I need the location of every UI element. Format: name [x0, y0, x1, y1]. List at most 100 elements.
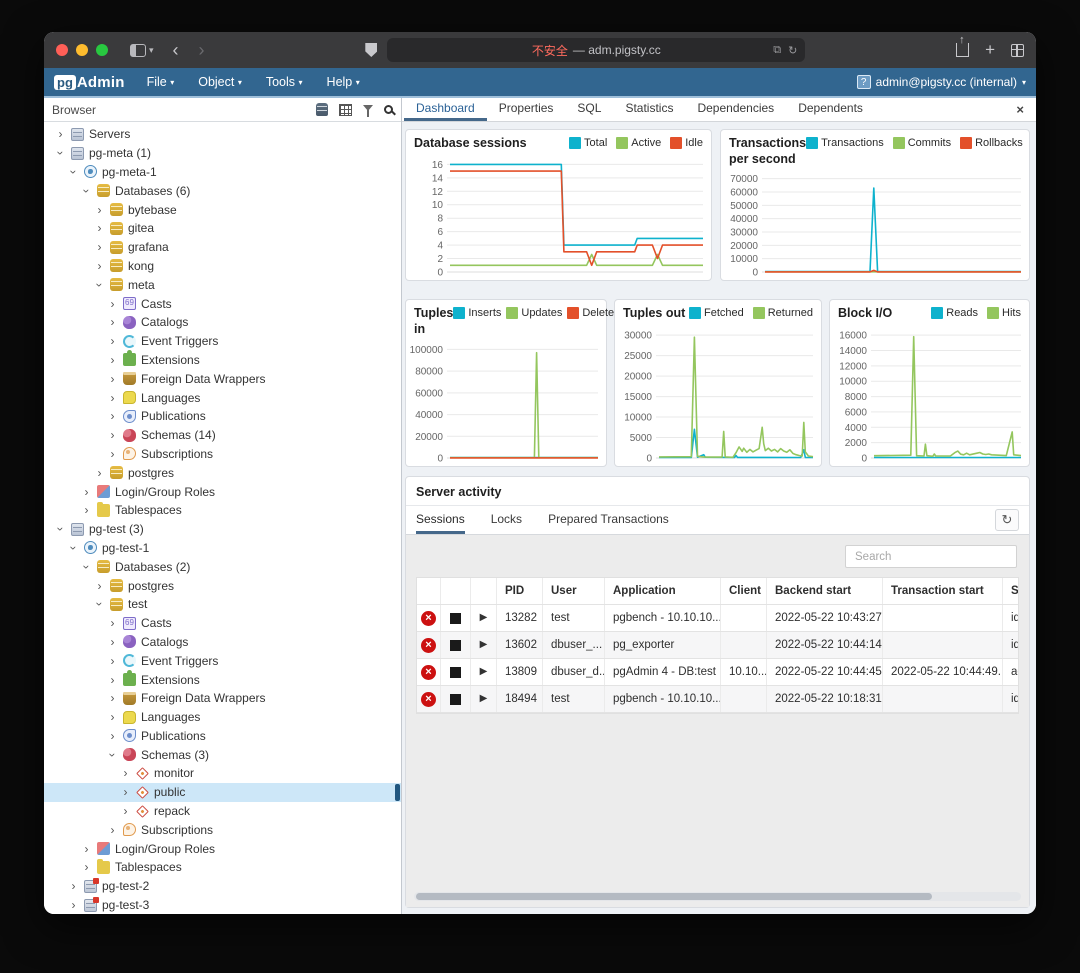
- table-row[interactable]: ×▶13809dbuser_d...pgAdmin 4 - DB:test10.…: [417, 659, 1018, 686]
- tree-item-repack[interactable]: ›repack: [44, 802, 401, 821]
- tree-item-casts[interactable]: ›Casts: [44, 294, 401, 313]
- chevron-collapsed-icon[interactable]: ›: [93, 580, 106, 592]
- expand-row-icon[interactable]: ▶: [480, 605, 488, 631]
- reload-icon[interactable]: ↻: [788, 44, 797, 57]
- tree-item-postgres[interactable]: ›postgres: [44, 576, 401, 595]
- tree-item-publications[interactable]: ›Publications: [44, 727, 401, 746]
- tree-item-pg-test-3-[interactable]: ›pg-test (3): [44, 520, 401, 539]
- tree-item-tablespaces[interactable]: ›Tablespaces: [44, 501, 401, 520]
- chevron-collapsed-icon[interactable]: ›: [106, 674, 119, 686]
- tree-item-event-triggers[interactable]: ›Event Triggers: [44, 651, 401, 670]
- chevron-collapsed-icon[interactable]: ›: [93, 204, 106, 216]
- chevron-collapsed-icon[interactable]: ›: [106, 448, 119, 460]
- table-row[interactable]: ×▶18494testpgbench - 10.10.10...2022-05-…: [417, 686, 1018, 713]
- chevron-collapsed-icon[interactable]: ›: [106, 429, 119, 441]
- scrollbar-thumb[interactable]: [416, 893, 932, 900]
- tree-item-extensions[interactable]: ›Extensions: [44, 670, 401, 689]
- tree-item-gitea[interactable]: ›gitea: [44, 219, 401, 238]
- chevron-collapsed-icon[interactable]: ›: [106, 636, 119, 648]
- menu-help[interactable]: Help ▾: [327, 75, 360, 89]
- column-header-backend-start[interactable]: Backend start: [767, 578, 883, 604]
- address-bar[interactable]: 不安全 — adm.pigsty.cc ⧉ ↻: [387, 38, 805, 62]
- chevron-collapsed-icon[interactable]: ›: [80, 486, 93, 498]
- chevron-collapsed-icon[interactable]: ›: [67, 880, 80, 892]
- chevron-collapsed-icon[interactable]: ›: [54, 128, 67, 140]
- search-icon[interactable]: [384, 105, 393, 114]
- column-header-actions[interactable]: [417, 578, 441, 604]
- tree-item-login-group-roles[interactable]: ›Login/Group Roles: [44, 482, 401, 501]
- chevron-collapsed-icon[interactable]: ›: [106, 392, 119, 404]
- sidebar-toggle-button[interactable]: ▾: [130, 44, 154, 57]
- menu-tools[interactable]: Tools ▾: [266, 75, 303, 89]
- menu-object[interactable]: Object ▾: [198, 75, 242, 89]
- tree-item-public[interactable]: ›public: [44, 783, 401, 802]
- tree-item-databases-6-[interactable]: ›Databases (6): [44, 181, 401, 200]
- privacy-shield-icon[interactable]: [365, 43, 377, 57]
- table-row[interactable]: ×▶13282testpgbench - 10.10.10...2022-05-…: [417, 605, 1018, 632]
- chevron-collapsed-icon[interactable]: ›: [119, 786, 132, 798]
- tree-item-subscriptions[interactable]: ›Subscriptions: [44, 445, 401, 464]
- chevron-expanded-icon[interactable]: ›: [81, 184, 93, 197]
- minimize-window-button[interactable]: [76, 44, 88, 56]
- tab-dependencies[interactable]: Dependencies: [685, 98, 786, 121]
- close-window-button[interactable]: [56, 44, 68, 56]
- tree-item-monitor[interactable]: ›monitor: [44, 764, 401, 783]
- chevron-collapsed-icon[interactable]: ›: [93, 467, 106, 479]
- forward-button[interactable]: ›: [199, 40, 205, 61]
- chevron-collapsed-icon[interactable]: ›: [106, 824, 119, 836]
- user-menu[interactable]: ? admin@pigsty.cc (internal) ▾: [857, 75, 1026, 89]
- column-header-actions[interactable]: [441, 578, 471, 604]
- chevron-collapsed-icon[interactable]: ›: [93, 222, 106, 234]
- search-input[interactable]: [845, 545, 1017, 568]
- tree-item-catalogs[interactable]: ›Catalogs: [44, 313, 401, 332]
- tree-item-extensions[interactable]: ›Extensions: [44, 351, 401, 370]
- tree-item-schemas-3-[interactable]: ›Schemas (3): [44, 745, 401, 764]
- chevron-collapsed-icon[interactable]: ›: [80, 504, 93, 516]
- column-header-pid[interactable]: PID: [497, 578, 543, 604]
- cancel-session-icon[interactable]: ×: [421, 665, 436, 680]
- tree-item-schemas-14-[interactable]: ›Schemas (14): [44, 426, 401, 445]
- close-dashboard-button[interactable]: ×: [1006, 102, 1034, 117]
- column-header-state[interactable]: State: [1003, 578, 1019, 604]
- tree-item-pg-meta-1[interactable]: ›pg-meta-1: [44, 163, 401, 182]
- horizontal-scrollbar[interactable]: [414, 892, 1021, 901]
- column-header-user[interactable]: User: [543, 578, 605, 604]
- chevron-expanded-icon[interactable]: ›: [55, 523, 67, 536]
- tree-item-foreign-data-wrappers[interactable]: ›Foreign Data Wrappers: [44, 369, 401, 388]
- tree-item-servers[interactable]: ›Servers: [44, 125, 401, 144]
- tree-item-publications[interactable]: ›Publications: [44, 407, 401, 426]
- tree-item-pg-test-2[interactable]: ›pg-test-2: [44, 877, 401, 896]
- tree-item-test[interactable]: ›test: [44, 595, 401, 614]
- chevron-collapsed-icon[interactable]: ›: [106, 316, 119, 328]
- chevron-expanded-icon[interactable]: ›: [68, 165, 80, 178]
- column-header-client[interactable]: Client: [721, 578, 767, 604]
- tree-item-postgres[interactable]: ›postgres: [44, 463, 401, 482]
- tree-item-meta[interactable]: ›meta: [44, 275, 401, 294]
- terminate-session-icon[interactable]: [450, 694, 461, 705]
- chevron-collapsed-icon[interactable]: ›: [106, 373, 119, 385]
- tree-item-tablespaces[interactable]: ›Tablespaces: [44, 858, 401, 877]
- tree-item-catalogs[interactable]: ›Catalogs: [44, 633, 401, 652]
- chevron-expanded-icon[interactable]: ›: [94, 278, 106, 291]
- chevron-collapsed-icon[interactable]: ›: [106, 711, 119, 723]
- chevron-collapsed-icon[interactable]: ›: [80, 861, 93, 873]
- chevron-expanded-icon[interactable]: ›: [94, 598, 106, 611]
- tab-dependents[interactable]: Dependents: [786, 98, 875, 121]
- tree-item-languages[interactable]: ›Languages: [44, 708, 401, 727]
- translate-icon[interactable]: ⧉: [773, 44, 781, 57]
- tab-sql[interactable]: SQL: [565, 98, 613, 121]
- filter-icon[interactable]: [363, 105, 373, 111]
- cancel-session-icon[interactable]: ×: [421, 638, 436, 653]
- chevron-collapsed-icon[interactable]: ›: [93, 241, 106, 253]
- chevron-collapsed-icon[interactable]: ›: [106, 354, 119, 366]
- back-button[interactable]: ‹: [173, 40, 179, 61]
- tree-item-pg-meta-1-[interactable]: ›pg-meta (1): [44, 144, 401, 163]
- tree-item-foreign-data-wrappers[interactable]: ›Foreign Data Wrappers: [44, 689, 401, 708]
- tree-item-kong[interactable]: ›kong: [44, 257, 401, 276]
- expand-row-icon[interactable]: ▶: [480, 686, 488, 712]
- tree-item-event-triggers[interactable]: ›Event Triggers: [44, 332, 401, 351]
- chevron-collapsed-icon[interactable]: ›: [106, 617, 119, 629]
- tree-item-grafana[interactable]: ›grafana: [44, 238, 401, 257]
- chevron-collapsed-icon[interactable]: ›: [106, 298, 119, 310]
- chevron-collapsed-icon[interactable]: ›: [119, 767, 132, 779]
